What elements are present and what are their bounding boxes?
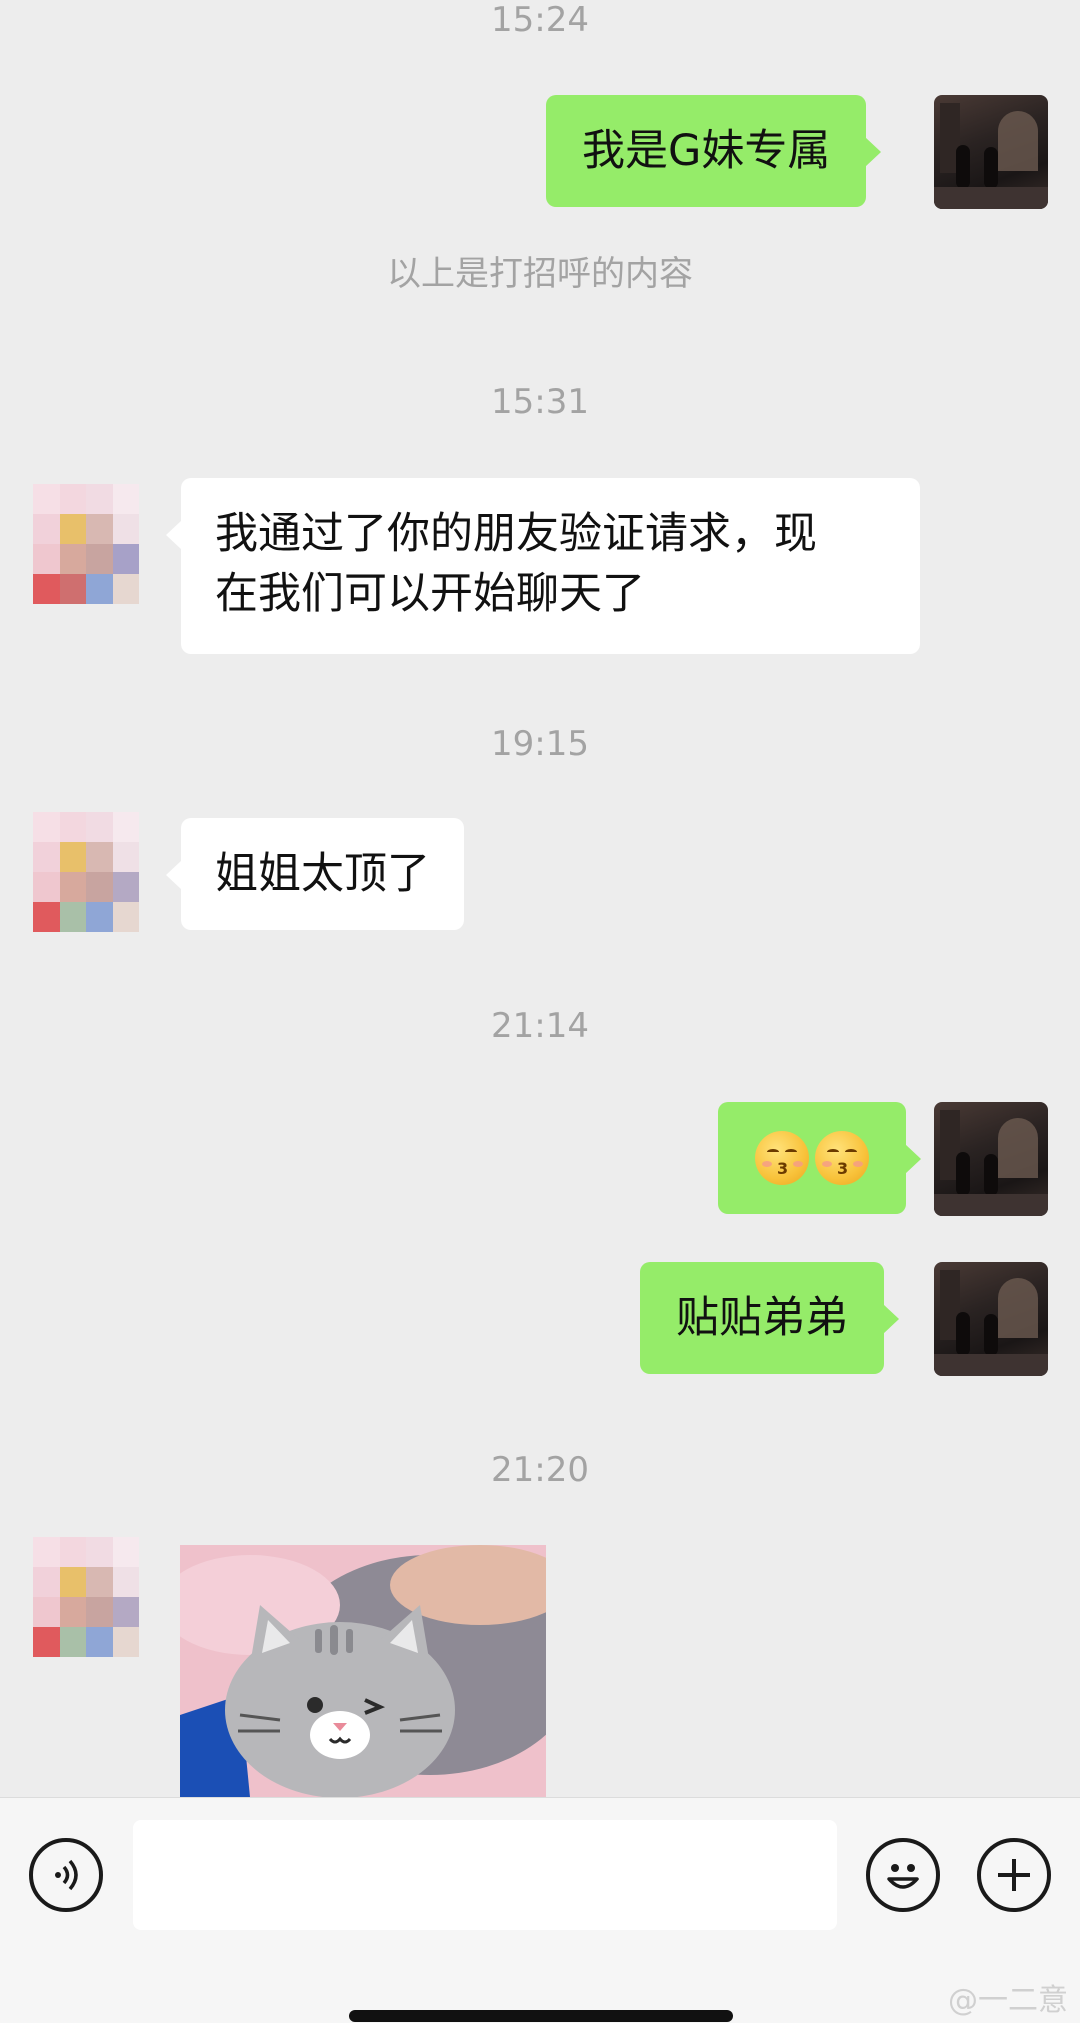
- timestamp: 15:24: [491, 0, 589, 40]
- my-avatar[interactable]: [934, 1102, 1048, 1216]
- message-text: 我是G妹专属: [582, 126, 831, 176]
- my-avatar[interactable]: [934, 95, 1048, 209]
- bubble-tail: [166, 520, 182, 550]
- message-bubble-outgoing[interactable]: 贴贴弟弟: [640, 1262, 899, 1374]
- watermark: @一二意: [948, 1983, 1068, 2018]
- smiley-icon[interactable]: [866, 1838, 940, 1912]
- message-bubble-incoming[interactable]: 姐姐太顶了: [166, 818, 464, 930]
- message-bubble-incoming[interactable]: 我通过了你的朋友验证请求，现 在我们可以开始聊天了: [166, 478, 920, 654]
- timestamp: 21:14: [491, 1006, 589, 1046]
- my-avatar[interactable]: [934, 1262, 1048, 1376]
- message-bubble-outgoing[interactable]: 我是G妹专属: [546, 95, 882, 207]
- gray-cat-sticker: [225, 1605, 455, 1797]
- contact-avatar[interactable]: [33, 484, 139, 604]
- bubble-tail: [166, 860, 182, 890]
- image-message[interactable]: [180, 1545, 546, 1797]
- plus-icon[interactable]: [977, 1838, 1051, 1912]
- timestamp: 15:31: [491, 382, 589, 422]
- message-input[interactable]: [133, 1820, 837, 1930]
- timestamp: 21:20: [491, 1450, 589, 1490]
- timestamp: 19:15: [491, 724, 589, 764]
- message-text-line: 在我们可以开始聊天了: [215, 569, 645, 619]
- home-indicator: [349, 2010, 733, 2022]
- message-bubble-outgoing[interactable]: 3 3: [718, 1102, 921, 1214]
- voice-icon[interactable]: [29, 1838, 103, 1912]
- kissing-face-icon: 3: [815, 1131, 869, 1185]
- bubble-tail: [865, 137, 882, 167]
- contact-avatar[interactable]: [33, 1537, 139, 1657]
- message-text: 姐姐太顶了: [215, 849, 430, 899]
- pink-pillow-photo: [180, 1545, 546, 1797]
- system-message: 以上是打招呼的内容: [387, 254, 693, 294]
- bubble-tail: [905, 1144, 921, 1174]
- contact-avatar[interactable]: [33, 812, 139, 932]
- bubble-tail: [883, 1304, 899, 1334]
- message-text-line: 我通过了你的朋友验证请求，现: [215, 509, 817, 559]
- kissing-face-icon: 3: [755, 1131, 809, 1185]
- message-text: 贴贴弟弟: [676, 1293, 848, 1343]
